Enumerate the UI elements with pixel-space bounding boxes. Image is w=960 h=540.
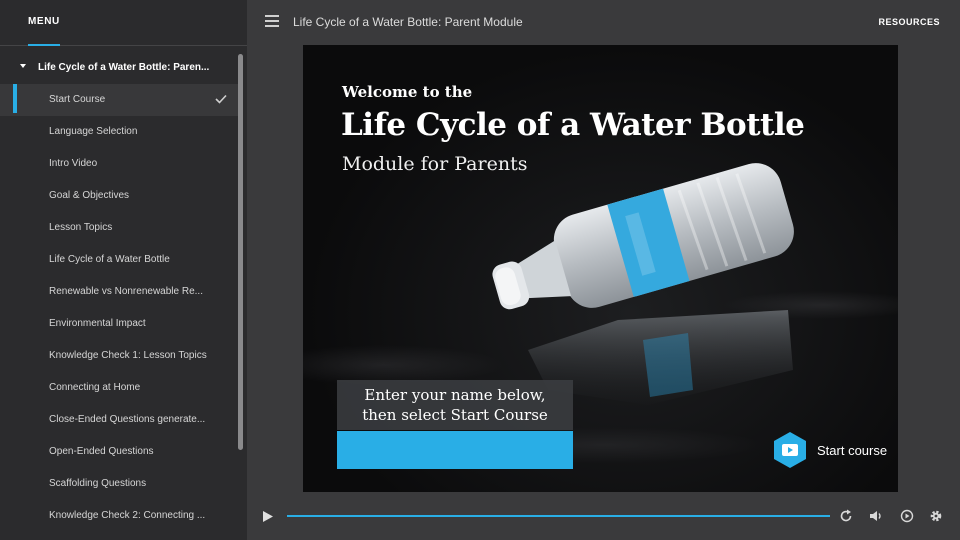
name-prompt: Enter your name below, then select Start… <box>337 380 573 430</box>
course-title: Life Cycle of a Water Bottle: Parent Mod… <box>293 15 523 29</box>
menu-header: MENU <box>0 0 247 46</box>
lesson-label: Close-Ended Questions generate... <box>49 414 206 425</box>
resources-button[interactable]: RESOURCES <box>878 17 940 27</box>
lesson-item-language-selection[interactable]: Language Selection <box>0 116 238 148</box>
start-course-button[interactable]: Start course <box>773 431 898 469</box>
lesson-item-scaffolding[interactable]: Scaffolding Questions <box>0 468 238 500</box>
lesson-label: Life Cycle of a Water Bottle <box>49 254 170 265</box>
lesson-item-knowledge-check-2[interactable]: Knowledge Check 2: Connecting ... <box>0 500 238 532</box>
lesson-label: Language Selection <box>49 126 138 137</box>
lesson-item-intro-video[interactable]: Intro Video <box>0 148 238 180</box>
lesson-item-goal-objectives[interactable]: Goal & Objectives <box>0 180 238 212</box>
player-controls <box>247 500 960 540</box>
lesson-label: Intro Video <box>49 158 98 169</box>
start-course-label: Start course <box>817 443 888 458</box>
caret-down-icon[interactable] <box>20 64 26 68</box>
lesson-label: Goal & Objectives <box>49 190 130 201</box>
lesson-label: Open-Ended Questions <box>49 446 154 457</box>
captions-icon[interactable] <box>900 509 914 523</box>
welcome-text: Welcome to the <box>342 83 473 101</box>
progress-bar[interactable] <box>287 515 830 517</box>
lesson-label: Start Course <box>49 94 106 105</box>
slide-title: Life Cycle of a Water Bottle <box>341 107 805 143</box>
lesson-item-close-ended[interactable]: Close-Ended Questions generate... <box>0 404 238 436</box>
top-bar: Life Cycle of a Water Bottle: Parent Mod… <box>247 0 960 44</box>
lesson-item-open-ended[interactable]: Open-Ended Questions <box>0 436 238 468</box>
module-toggle[interactable]: Life Cycle of a Water Bottle: Paren... <box>0 58 236 80</box>
module-title: Life Cycle of a Water Bottle: Paren... <box>38 62 210 73</box>
prompt-line-1: Enter your name below, <box>364 386 546 404</box>
play-video-hex-icon[interactable] <box>773 431 807 469</box>
prompt-line-2: then select Start Course <box>362 406 548 424</box>
lesson-label: Knowledge Check 2: Connecting ... <box>49 510 206 521</box>
lesson-item-connecting-at-home[interactable]: Connecting at Home <box>0 372 238 404</box>
slide-subtitle: Module for Parents <box>342 153 528 175</box>
play-icon[interactable] <box>262 510 274 523</box>
lesson-label: Scaffolding Questions <box>49 478 147 489</box>
lesson-item-lesson-topics[interactable]: Lesson Topics <box>0 212 238 244</box>
lesson-label: Lesson Topics <box>49 222 113 233</box>
check-icon <box>215 94 227 104</box>
name-input[interactable] <box>337 431 573 469</box>
hamburger-menu-icon[interactable] <box>265 15 279 27</box>
lesson-label: Connecting at Home <box>49 382 141 393</box>
volume-icon[interactable] <box>869 509 883 523</box>
menu-title: MENU <box>28 16 60 27</box>
lesson-item-renewable[interactable]: Renewable vs Nonrenewable Re... <box>0 276 238 308</box>
lesson-list: Start Course Language Selection Intro Vi… <box>0 84 238 532</box>
replay-icon[interactable] <box>839 509 853 523</box>
lesson-item-environmental-impact[interactable]: Environmental Impact <box>0 308 238 340</box>
lesson-label: Environmental Impact <box>49 318 146 329</box>
lesson-item-knowledge-check-1[interactable]: Knowledge Check 1: Lesson Topics <box>0 340 238 372</box>
lesson-item-life-cycle[interactable]: Life Cycle of a Water Bottle <box>0 244 238 276</box>
sidebar-scrollbar[interactable] <box>238 54 243 450</box>
lesson-item-start-course[interactable]: Start Course <box>0 84 238 116</box>
lesson-label: Knowledge Check 1: Lesson Topics <box>49 350 207 361</box>
settings-gear-icon[interactable] <box>929 509 943 523</box>
slide-canvas: Welcome to the Life Cycle of a Water Bot… <box>303 45 898 492</box>
menu-tab-indicator <box>28 44 60 46</box>
course-menu-sidebar: MENU Life Cycle of a Water Bottle: Paren… <box>0 0 247 540</box>
lesson-label: Renewable vs Nonrenewable Re... <box>49 286 203 297</box>
